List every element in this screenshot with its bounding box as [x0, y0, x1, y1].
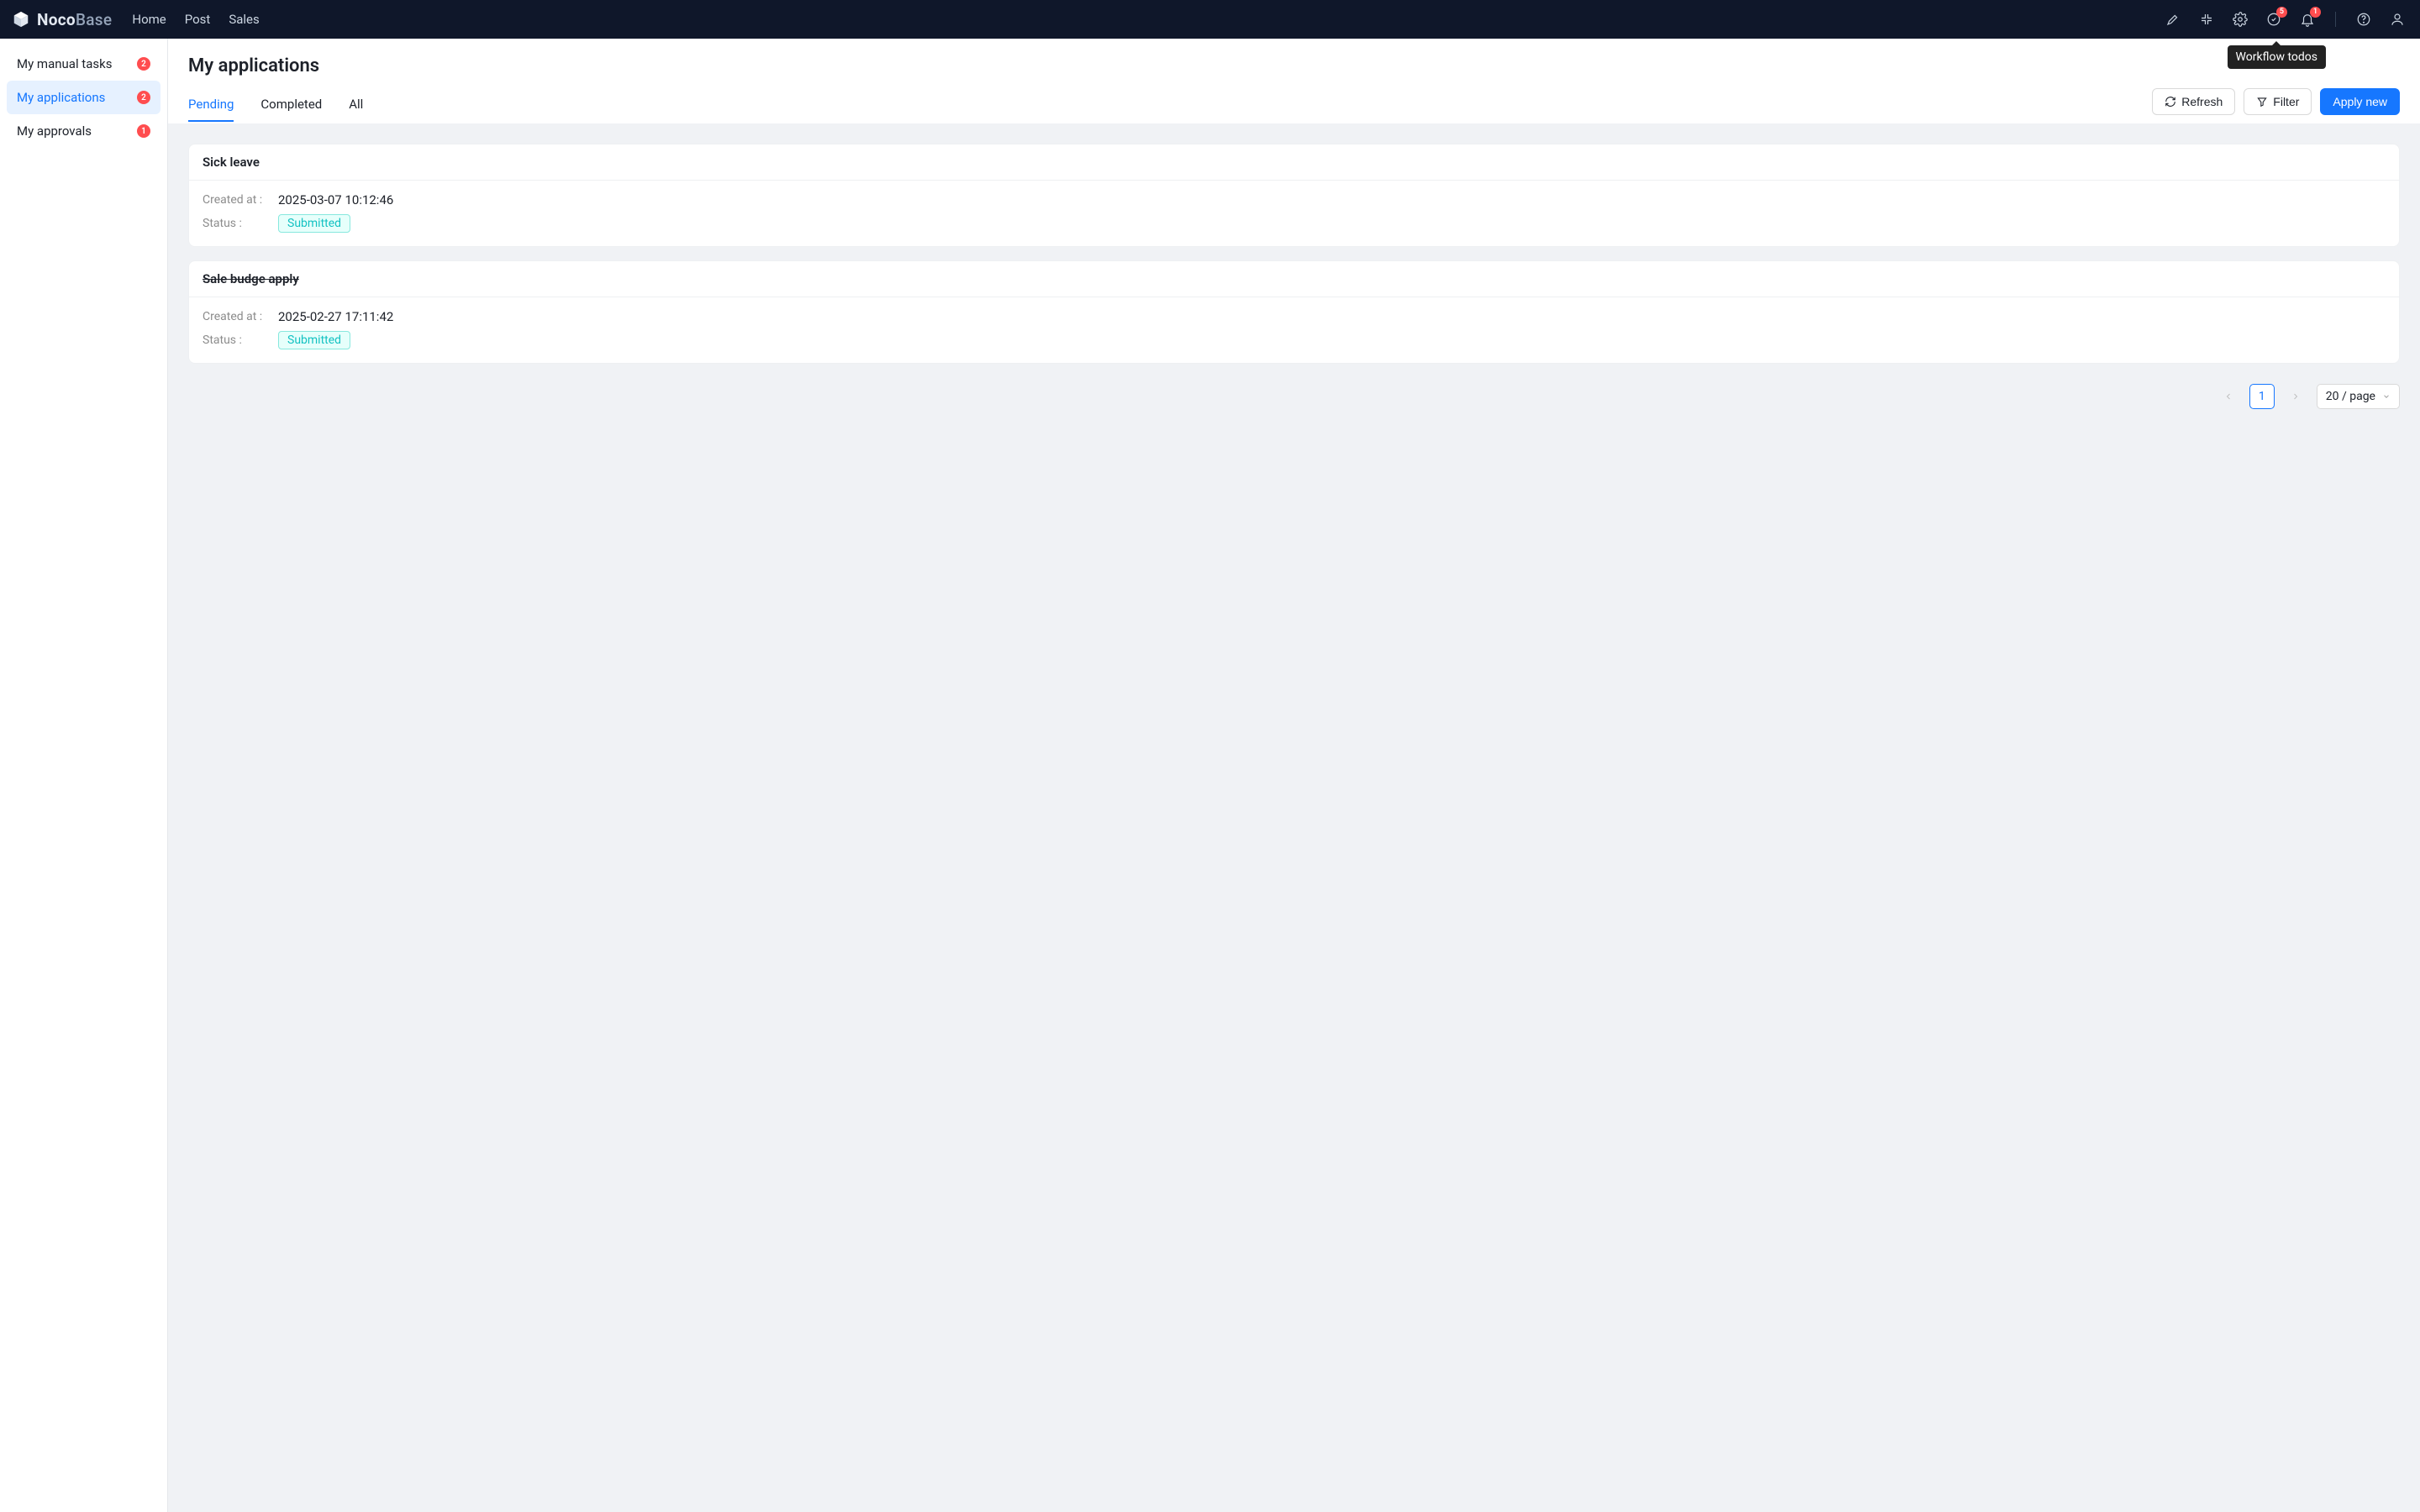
apply-new-label: Apply new: [2333, 95, 2387, 108]
filter-label: Filter: [2273, 95, 2299, 108]
main-panel: My applications Pending Completed All Re…: [168, 39, 2420, 1512]
tabs: Pending Completed All: [188, 90, 363, 122]
refresh-label: Refresh: [2181, 95, 2223, 108]
sidebar-item-label: My approvals: [17, 123, 92, 139]
page-prev-button[interactable]: [2216, 384, 2241, 409]
nav-link-post[interactable]: Post: [185, 12, 211, 27]
help-icon[interactable]: [2356, 12, 2371, 27]
refresh-button[interactable]: Refresh: [2152, 88, 2235, 115]
gear-icon[interactable]: [2233, 12, 2248, 27]
user-icon[interactable]: [2390, 12, 2405, 27]
action-buttons: Refresh Filter Apply new: [2152, 88, 2400, 123]
status-label: Status :: [203, 333, 268, 347]
bell-count-badge: 1: [2310, 7, 2321, 18]
brand-suffix: Base: [76, 10, 112, 29]
nav-links: Home Post Sales: [132, 12, 259, 27]
sidebar-item-applications[interactable]: My applications 2: [7, 81, 160, 114]
sidebar-badge: 1: [137, 124, 150, 138]
main-header: My applications Pending Completed All Re…: [168, 39, 2420, 123]
page-title: My applications: [188, 55, 2400, 76]
page-size-label: 20 / page: [2326, 390, 2375, 403]
nav-divider: [2335, 12, 2336, 27]
todos-count-badge: 5: [2276, 7, 2287, 18]
status-label: Status :: [203, 217, 268, 230]
brand-logo[interactable]: NocoBase: [12, 10, 112, 29]
tab-all[interactable]: All: [349, 90, 363, 122]
sidebar-item-manual-tasks[interactable]: My manual tasks 2: [7, 47, 160, 81]
tab-pending[interactable]: Pending: [188, 90, 234, 122]
sidebar-badge: 2: [137, 91, 150, 104]
sidebar: My manual tasks 2 My applications 2 My a…: [0, 39, 168, 1512]
page-size-select[interactable]: 20 / page: [2317, 384, 2400, 409]
page-number-current[interactable]: 1: [2249, 384, 2275, 409]
page-next-button[interactable]: [2283, 384, 2308, 409]
card-title: Sick leave: [189, 144, 2399, 181]
plugin-icon[interactable]: [2199, 12, 2214, 27]
status-tag: Submitted: [278, 214, 350, 233]
cube-icon: [12, 10, 30, 29]
card-title: Sale budge apply: [189, 261, 2399, 297]
pagination: 1 20 / page: [168, 384, 2420, 429]
sidebar-item-approvals[interactable]: My approvals 1: [7, 114, 160, 148]
application-card[interactable]: Sale budge apply Created at : 2025-02-27…: [188, 260, 2400, 364]
chevron-down-icon: [2382, 392, 2391, 401]
filter-button[interactable]: Filter: [2244, 88, 2312, 115]
nav-link-sales[interactable]: Sales: [229, 12, 259, 27]
apply-new-button[interactable]: Apply new: [2320, 88, 2400, 115]
status-tag: Submitted: [278, 331, 350, 349]
todos-icon[interactable]: 5: [2266, 12, 2281, 27]
sidebar-item-label: My applications: [17, 90, 105, 105]
highlighter-icon[interactable]: [2165, 12, 2181, 27]
tooltip-workflow-todos: Workflow todos: [2228, 45, 2327, 69]
filter-icon: [2256, 96, 2268, 108]
top-navbar: NocoBase Home Post Sales 5 1: [0, 0, 2420, 39]
created-at-value: 2025-03-07 10:12:46: [278, 192, 393, 207]
sidebar-badge: 2: [137, 57, 150, 71]
created-at-label: Created at :: [203, 310, 268, 323]
sidebar-item-label: My manual tasks: [17, 56, 112, 71]
nav-icons: 5 1: [2165, 12, 2405, 27]
brand-name: Noco: [37, 10, 76, 29]
bell-icon[interactable]: 1: [2300, 12, 2315, 27]
nav-link-home[interactable]: Home: [132, 12, 166, 27]
tab-completed[interactable]: Completed: [260, 90, 322, 122]
application-card[interactable]: Sick leave Created at : 2025-03-07 10:12…: [188, 144, 2400, 247]
content-list: Sick leave Created at : 2025-03-07 10:12…: [168, 123, 2420, 384]
created-at-value: 2025-02-27 17:11:42: [278, 309, 393, 324]
created-at-label: Created at :: [203, 193, 268, 207]
refresh-icon: [2165, 96, 2176, 108]
